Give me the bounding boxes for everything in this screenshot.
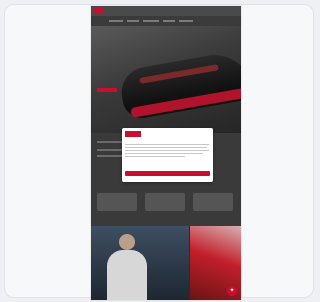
modal-brand [125, 131, 141, 137]
cookie-consent-modal [122, 128, 213, 182]
nav-item[interactable] [163, 20, 175, 22]
navigation-bar [91, 16, 241, 26]
modal-text-line [125, 153, 203, 154]
top-bar [91, 6, 241, 16]
chat-icon[interactable]: ✦ [227, 286, 237, 296]
section-title [97, 141, 123, 143]
shoe-sole [130, 87, 241, 118]
promo-tiles [91, 226, 241, 300]
hero-cta-button[interactable] [97, 88, 117, 92]
product-thumb[interactable] [145, 193, 185, 211]
product-thumb[interactable] [193, 193, 233, 211]
person-body [107, 250, 147, 300]
nav-item[interactable] [127, 20, 139, 22]
product-thumbs [97, 193, 235, 215]
nav-item[interactable] [179, 20, 193, 22]
accept-cookies-button[interactable] [125, 171, 210, 176]
hero-banner[interactable] [91, 26, 241, 133]
modal-text-line [125, 156, 185, 157]
modal-text-line [125, 147, 207, 148]
product-thumb[interactable] [97, 193, 137, 211]
nav-item[interactable] [143, 20, 159, 22]
modal-text-line [125, 150, 209, 151]
product-shoe-image [117, 49, 241, 121]
person-head [119, 234, 135, 250]
modal-text-line [125, 144, 209, 145]
brand-logo[interactable] [94, 8, 104, 13]
nav-item[interactable] [109, 20, 123, 22]
promo-tile-left[interactable] [91, 226, 189, 300]
shoe-trim [139, 64, 219, 84]
